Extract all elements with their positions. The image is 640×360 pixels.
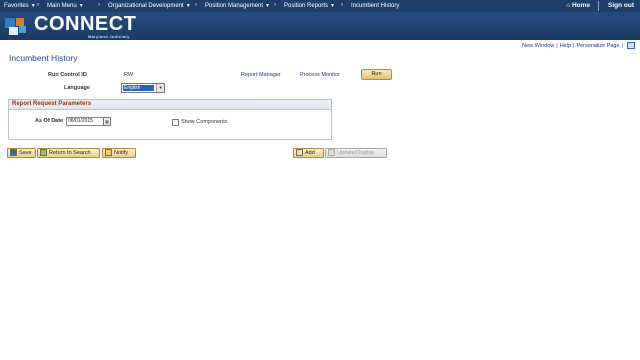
process-monitor-link[interactable]: Process Monitor xyxy=(300,72,340,78)
show-components-checkbox[interactable] xyxy=(172,119,179,126)
main-menu-label: Main Menu xyxy=(47,3,77,9)
update-display-label: Update/Display xyxy=(337,150,375,156)
chevron-down-icon: ▼ xyxy=(265,3,270,9)
update-icon xyxy=(328,149,335,157)
page-links: New Window | Help | Personalize Page | xyxy=(522,42,635,49)
language-select[interactable]: English ▼ xyxy=(121,83,165,93)
add-icon xyxy=(296,149,303,157)
chevron-right-icon: › xyxy=(195,2,197,8)
breadcrumb-label: Incumbent History xyxy=(351,3,400,9)
return-to-search-label: Return to Search xyxy=(49,150,91,156)
new-window-link[interactable]: New Window xyxy=(522,43,554,49)
group-header: Report Request Parameters xyxy=(9,100,331,110)
chevron-right-icon: › xyxy=(37,2,39,8)
as-of-date-input[interactable]: 06/01/2015 xyxy=(66,117,105,126)
breadcrumb-incumbent-history[interactable]: Incumbent History xyxy=(351,2,399,10)
save-icon xyxy=(10,149,17,157)
save-label: Save xyxy=(19,150,32,156)
page-help-icon[interactable] xyxy=(627,42,635,49)
main-menu[interactable]: Main Menu ▼ xyxy=(47,2,84,10)
report-manager-link[interactable]: Report Manager xyxy=(241,72,281,78)
chevron-down-icon: ▼ xyxy=(78,3,84,9)
run-button[interactable]: Run xyxy=(361,69,392,80)
update-display-button[interactable]: Update/Display xyxy=(325,148,387,158)
favorites-label: Favorites xyxy=(4,3,29,9)
breadcrumb-label: Position Reports xyxy=(284,3,329,9)
return-icon xyxy=(40,149,47,157)
link-separator: | xyxy=(621,42,623,49)
chevron-down-icon[interactable]: ▼ xyxy=(156,84,164,92)
breadcrumb-label: Position Management xyxy=(205,3,264,9)
chevron-down-icon: ▼ xyxy=(330,3,335,9)
breadcrumb-position-reports[interactable]: Position Reports ▼ xyxy=(284,2,335,10)
signout-link[interactable]: Sign out xyxy=(608,2,634,9)
mail-icon xyxy=(105,149,112,157)
run-control-value: RW xyxy=(124,72,134,78)
add-button[interactable]: Add xyxy=(293,148,324,158)
breadcrumb-org-development[interactable]: Organizational Development ▼ xyxy=(108,2,191,10)
breadcrumb-label: Organizational Development xyxy=(108,3,184,9)
chevron-right-icon: › xyxy=(341,2,343,8)
chevron-down-icon: ▼ xyxy=(185,3,191,9)
link-separator: | xyxy=(556,42,558,49)
language-label: Language xyxy=(64,85,90,91)
chevron-right-icon: › xyxy=(98,2,100,8)
run-control-label: Run Control ID xyxy=(48,72,87,78)
chevron-right-icon: › xyxy=(274,2,276,8)
notify-button[interactable]: Notify xyxy=(102,148,136,158)
group-title: Report Request Parameters xyxy=(12,101,92,107)
save-button[interactable]: Save xyxy=(7,148,36,158)
brand-name: CONNECT xyxy=(34,13,137,35)
chevron-down-icon: ▼ xyxy=(30,3,36,9)
home-icon: ⌂ xyxy=(566,2,571,9)
help-link[interactable]: Help xyxy=(560,43,571,49)
connect-logo-icon xyxy=(5,18,26,35)
link-separator: | xyxy=(573,42,575,49)
nav-divider xyxy=(598,1,599,11)
return-to-search-button[interactable]: Return to Search xyxy=(37,148,100,158)
home-link[interactable]: ⌂ Home xyxy=(566,2,590,9)
page-title: Incumbent History xyxy=(9,53,78,63)
calendar-icon[interactable]: ▦ xyxy=(103,117,111,126)
brand-subtitle: Maryland Judiciary xyxy=(88,34,130,39)
home-label: Home xyxy=(571,2,590,9)
top-nav-bar: Favorites ▼ › Main Menu ▼ › Organizational… xyxy=(0,0,640,12)
connect-banner: CONNECT Maryland Judiciary xyxy=(0,12,640,40)
show-components-label: Show Components xyxy=(181,119,228,125)
breadcrumb-position-management[interactable]: Position Management ▼ xyxy=(205,2,270,10)
language-selected-value: English xyxy=(123,85,154,91)
favorites-menu[interactable]: Favorites ▼ xyxy=(4,2,36,10)
add-label: Add xyxy=(305,150,315,156)
as-of-date-label: As Of Date xyxy=(35,118,64,124)
personalize-page-link[interactable]: Personalize Page xyxy=(576,43,619,49)
notify-label: Notify xyxy=(114,150,129,156)
